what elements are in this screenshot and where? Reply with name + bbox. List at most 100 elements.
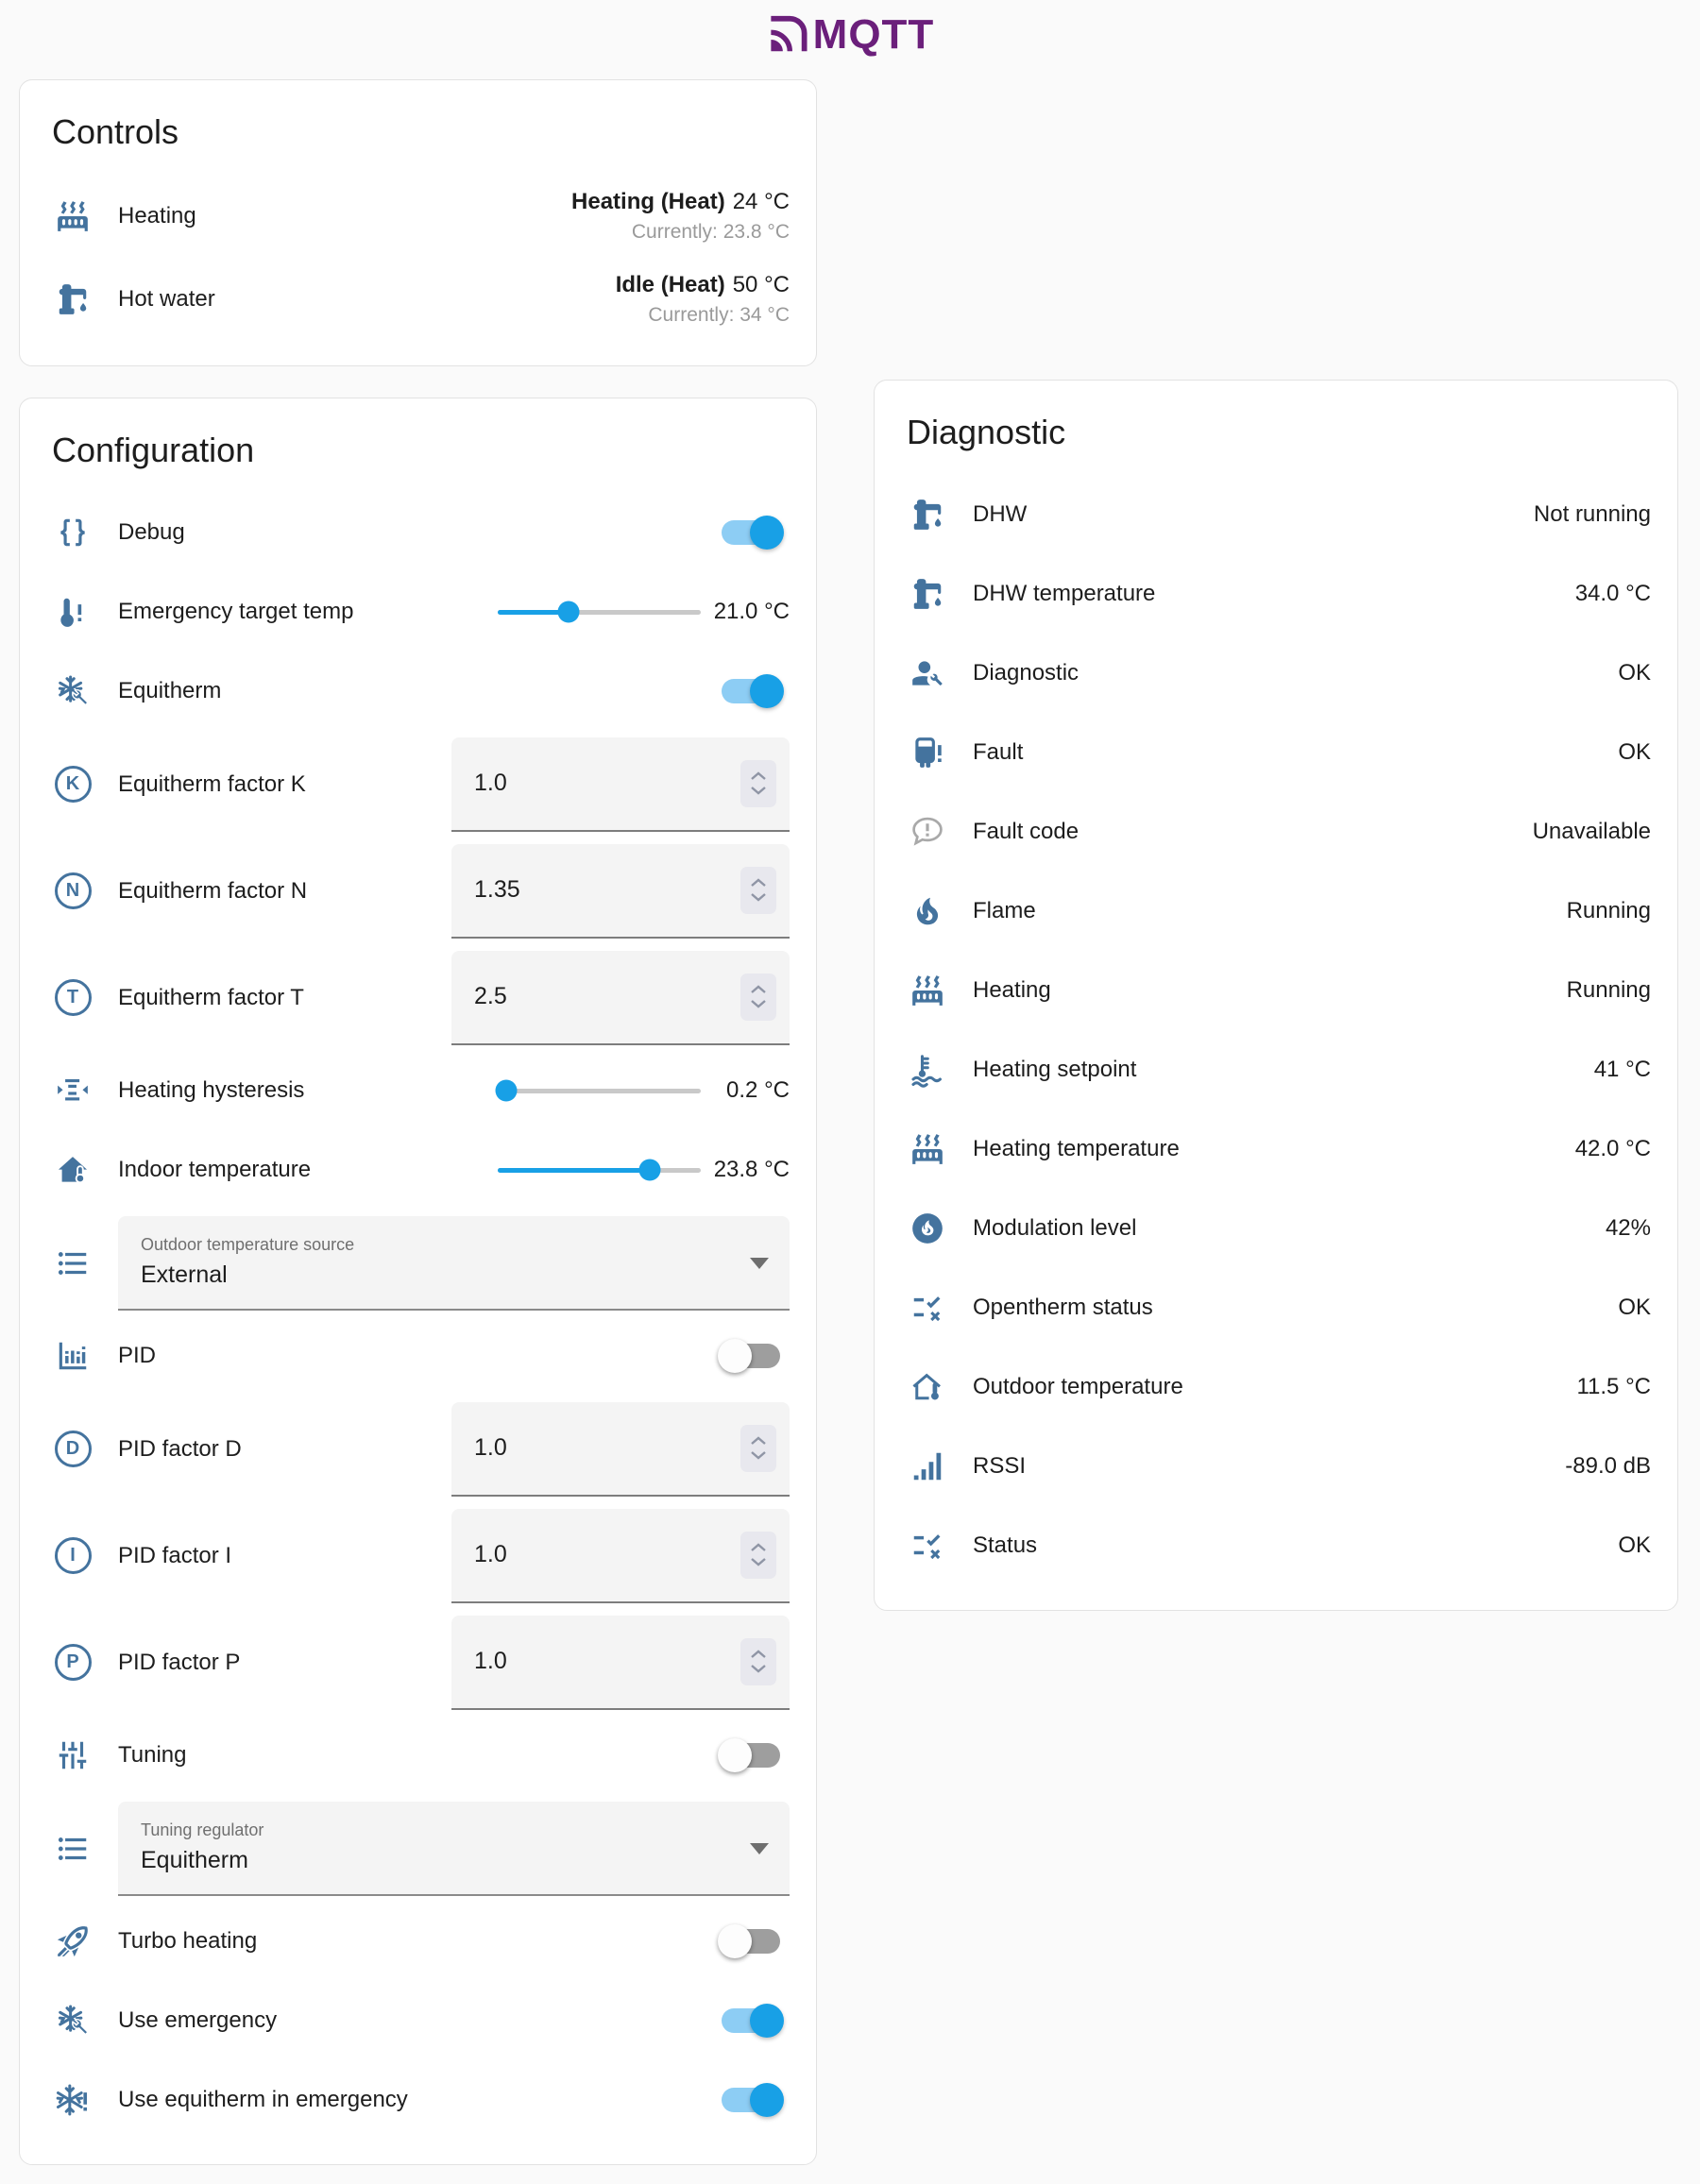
diagnostic-row-value: 42% — [1606, 1215, 1651, 1242]
control-state-line: Idle (Heat)50 °C — [616, 272, 790, 298]
toggle-switch[interactable] — [722, 1344, 780, 1368]
diagnostic-row[interactable]: Modulation level42% — [901, 1189, 1651, 1268]
toggle-thumb — [750, 674, 784, 708]
stepper-buttons[interactable] — [740, 1425, 776, 1472]
slider-track — [498, 1089, 701, 1093]
message-alert-icon — [909, 814, 946, 850]
alpha-k-circle-icon: K — [54, 766, 92, 803]
diagnostic-row[interactable]: FlameRunning — [901, 872, 1651, 951]
toggle-thumb — [750, 516, 784, 550]
diagnostic-row-value: Not running — [1534, 501, 1651, 528]
select-field-label: Tuning regulator — [141, 1820, 740, 1840]
number-input-field[interactable] — [451, 1509, 790, 1603]
number-input-field[interactable] — [451, 1616, 790, 1710]
toggle-switch[interactable] — [722, 2008, 780, 2033]
config-row-toggle: Equitherm — [46, 652, 790, 731]
slider-handle[interactable] — [558, 601, 580, 622]
diagnostic-row[interactable]: Heating Running — [901, 951, 1651, 1030]
number-input-field[interactable] — [451, 737, 790, 832]
diagnostic-row[interactable]: StatusOK — [901, 1506, 1651, 1585]
alpha-d-circle-icon: D — [54, 1431, 92, 1467]
number-input[interactable] — [474, 876, 740, 904]
controls-card: Controls HeatingHeating (Heat)24 °CCurre… — [19, 79, 817, 366]
config-row-slider: Emergency target temp 21.0 °C — [46, 572, 790, 652]
diagnostic-row-label: Opentherm status — [973, 1295, 1153, 1321]
stepper-buttons[interactable] — [740, 1638, 776, 1685]
config-row-label: PID factor I — [118, 1543, 231, 1569]
stepper-buttons[interactable] — [740, 867, 776, 914]
diagnostic-row-value: OK — [1618, 739, 1651, 766]
select-field[interactable]: Outdoor temperature sourceExternal — [118, 1216, 790, 1311]
water-boiler-alert-icon — [909, 735, 946, 770]
toggle-switch[interactable] — [722, 520, 780, 545]
number-input[interactable] — [474, 983, 740, 1010]
config-row-label: Equitherm factor K — [118, 771, 306, 798]
number-input[interactable] — [474, 770, 740, 797]
diagnostic-row-value: -89.0 dB — [1565, 1453, 1651, 1480]
number-input-field[interactable] — [451, 1402, 790, 1497]
number-input[interactable] — [474, 1434, 740, 1462]
config-row-label: Equitherm factor T — [118, 985, 304, 1011]
diagnostic-row-value: OK — [1618, 1295, 1651, 1321]
diagnostic-card: Diagnostic DHWNot runningDHW temperature… — [874, 380, 1678, 1611]
slider-group: 23.8 °C — [498, 1157, 790, 1184]
diagnostic-row[interactable]: Outdoor temperature11.5 °C — [901, 1347, 1651, 1427]
configuration-card: Configuration DebugEmergency target temp… — [19, 398, 817, 2165]
diagnostic-row[interactable]: Opentherm status OK — [901, 1268, 1651, 1347]
number-input[interactable] — [474, 1648, 740, 1675]
slider-handle[interactable] — [495, 1079, 517, 1101]
diagnostic-row[interactable]: Heating temperature 42.0 °C — [901, 1109, 1651, 1189]
config-row-label: Debug — [118, 519, 185, 546]
radiator-icon — [909, 973, 946, 1008]
diagnostic-row-label: DHW temperature — [973, 581, 1155, 607]
page-layout: Controls HeatingHeating (Heat)24 °CCurre… — [0, 70, 1700, 2184]
toggle-switch[interactable] — [722, 1743, 780, 1768]
stepper-buttons[interactable] — [740, 1532, 776, 1579]
stepper-buttons[interactable] — [740, 973, 776, 1021]
hvac-action-text: Idle (Heat) — [616, 272, 725, 297]
diagnostic-row-label: Heating temperature — [973, 1136, 1180, 1162]
alpha-k-circle-icon: K — [55, 766, 92, 803]
config-row-label: Heating hysteresis — [118, 1077, 304, 1104]
diagnostic-row-label: DHW — [973, 501, 1027, 528]
controls-row[interactable]: HeatingHeating (Heat)24 °CCurrently: 23.… — [46, 175, 790, 258]
list-bulleted-icon — [54, 1831, 92, 1867]
slider-handle[interactable] — [639, 1159, 661, 1180]
slider[interactable] — [498, 1079, 701, 1102]
config-row-label: Use equitherm in emergency — [118, 2087, 408, 2113]
toggle-thumb — [718, 1924, 752, 1958]
diagnostic-row[interactable]: RSSI-89.0 dB — [901, 1427, 1651, 1506]
diagnostic-row-label: Heating — [973, 977, 1051, 1004]
controls-row[interactable]: Hot waterIdle (Heat)50 °CCurrently: 34 °… — [46, 258, 790, 341]
toggle-switch[interactable] — [722, 679, 780, 703]
toggle-switch[interactable] — [722, 2088, 780, 2112]
slider[interactable] — [498, 601, 701, 623]
toggle-switch[interactable] — [722, 1929, 780, 1954]
control-row-label: Hot water — [118, 286, 215, 313]
list-status-icon — [909, 1290, 946, 1326]
diagnostic-row[interactable]: DHW Not running — [901, 475, 1651, 554]
config-row-number: TEquitherm factor T — [46, 944, 790, 1051]
config-row-label: PID — [118, 1343, 156, 1369]
diagnostic-row-value: 42.0 °C — [1575, 1136, 1651, 1162]
diagnostic-row-value: 41 °C — [1594, 1057, 1651, 1083]
number-input[interactable] — [474, 1541, 740, 1568]
diagnostic-row[interactable]: DiagnosticOK — [901, 634, 1651, 713]
diagnostic-row[interactable]: FaultOK — [901, 713, 1651, 792]
diagnostic-row-label: Status — [973, 1532, 1037, 1559]
stepper-buttons[interactable] — [740, 760, 776, 807]
config-row-label: PID factor P — [118, 1650, 240, 1676]
account-wrench-icon — [909, 655, 946, 691]
diagnostic-row[interactable]: Heating setpoint41 °C — [901, 1030, 1651, 1109]
diagnostic-row[interactable]: Fault codeUnavailable — [901, 792, 1651, 872]
config-row-label: Emergency target temp — [118, 599, 353, 625]
radiator-icon — [54, 198, 92, 234]
diagnostic-row[interactable]: DHW temperature34.0 °C — [901, 554, 1651, 634]
slider-group: 21.0 °C — [498, 599, 790, 626]
select-field[interactable]: Tuning regulatorEquitherm — [118, 1802, 790, 1896]
number-input-field[interactable] — [451, 844, 790, 939]
select-field-label: Outdoor temperature source — [141, 1235, 740, 1255]
diagnostic-row-value: Running — [1567, 977, 1651, 1004]
number-input-field[interactable] — [451, 951, 790, 1045]
slider[interactable] — [498, 1159, 701, 1181]
